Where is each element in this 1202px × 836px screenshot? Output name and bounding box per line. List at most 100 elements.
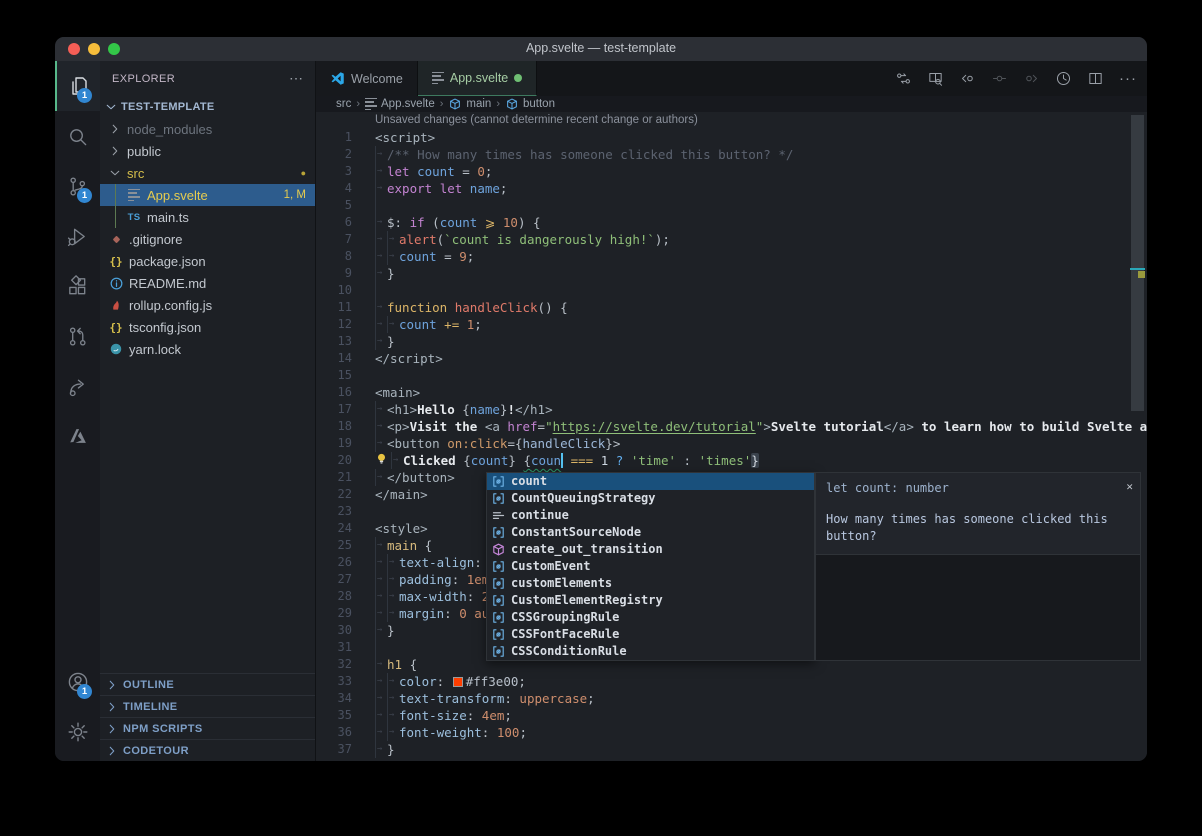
sidebar-section-codetour[interactable]: CODETOUR: [100, 739, 315, 761]
tree-item-src[interactable]: src●: [100, 162, 315, 184]
tree-item-tsconfig-json[interactable]: {}tsconfig.json: [100, 316, 315, 338]
tab-app-svelte[interactable]: App.svelte: [418, 61, 537, 96]
activitybar-item-extensions[interactable]: [55, 261, 100, 311]
code-line[interactable]: 11→function handleClick() {: [316, 299, 1147, 316]
minimize-window-button[interactable]: [88, 43, 100, 55]
code-line[interactable]: 8→→count = 9;: [316, 248, 1147, 265]
code-line[interactable]: 35→→font-size: 4em;: [316, 707, 1147, 724]
next-change-icon[interactable]: [1023, 70, 1040, 87]
activitybar-item-live-share[interactable]: [55, 361, 100, 411]
sidebar-title: EXPLORER: [112, 73, 175, 85]
suggestion-create_out_transition[interactable]: create_out_transition: [487, 541, 814, 558]
live-share-icon: [66, 375, 89, 398]
modified-dot[interactable]: [514, 74, 522, 82]
suggestion-customelements[interactable]: customElements: [487, 575, 814, 592]
breadcrumb-item-src[interactable]: src: [336, 98, 351, 110]
code-line[interactable]: 10: [316, 282, 1147, 299]
tree-item-main-ts[interactable]: TSmain.ts: [100, 206, 315, 228]
code-line[interactable]: 19→<button on:click={handleClick}>: [316, 435, 1147, 452]
tree-item-public[interactable]: public: [100, 140, 315, 162]
activitybar-item-settings[interactable]: [55, 707, 100, 757]
code-text: →let count = 0;: [352, 163, 492, 180]
code-line[interactable]: 34→→text-transform: uppercase;: [316, 690, 1147, 707]
editor-scrollbar[interactable]: [1131, 115, 1144, 411]
line-number: 4: [316, 180, 352, 197]
tab-label: Welcome: [351, 72, 403, 86]
lightbulb-icon[interactable]: [375, 452, 391, 469]
code-text: →→color: #ff3e00;: [352, 673, 526, 690]
suggestion-continue[interactable]: continue: [487, 507, 814, 524]
code-line[interactable]: 2→/** How many times has someone clicked…: [316, 146, 1147, 163]
code-line[interactable]: 3→let count = 0;: [316, 163, 1147, 180]
tree-item-app-svelte[interactable]: App.svelte1, M: [100, 184, 315, 206]
chevron-down-icon: [104, 100, 118, 114]
suggestion-count[interactable]: count: [487, 473, 814, 490]
code-line[interactable]: 13→}: [316, 333, 1147, 350]
activitybar-item-accounts[interactable]: 1: [55, 657, 100, 707]
suggestion-label: ConstantSourceNode: [511, 524, 641, 541]
activitybar-item-github-pr[interactable]: [55, 311, 100, 361]
sidebar-section-timeline[interactable]: TIMELINE: [100, 695, 315, 717]
tree-root-folder[interactable]: TEST-TEMPLATE: [100, 96, 315, 118]
tree-item-readme-md[interactable]: README.md: [100, 272, 315, 294]
more-actions-icon[interactable]: ···: [1119, 70, 1137, 88]
explorer-more-actions-icon[interactable]: ⋯: [289, 70, 303, 87]
activitybar-item-source-control[interactable]: 1: [55, 161, 100, 211]
activitybar-item-search[interactable]: [55, 111, 100, 161]
github-pr-icon: [66, 325, 89, 348]
open-changes-icon[interactable]: [895, 70, 912, 87]
tree-item-yarn-lock[interactable]: yarn.lock: [100, 338, 315, 360]
code-line[interactable]: 37→}: [316, 741, 1147, 758]
tree-item-package-json[interactable]: {}package.json: [100, 250, 315, 272]
code-line[interactable]: 4→export let name;: [316, 180, 1147, 197]
activitybar-item-azure[interactable]: [55, 411, 100, 461]
chevron-down-icon[interactable]: [108, 166, 122, 180]
code-line[interactable]: 33→→color: #ff3e00;: [316, 673, 1147, 690]
suggestion-countqueuingstrategy[interactable]: CountQueuingStrategy: [487, 490, 814, 507]
tree-item-rollup-config-js[interactable]: rollup.config.js: [100, 294, 315, 316]
breadcrumb-item-button[interactable]: button: [505, 97, 555, 111]
file-label: README.md: [129, 276, 206, 291]
suggestion-constantsourcenode[interactable]: ConstantSourceNode: [487, 524, 814, 541]
suggestion-cssconditionrule[interactable]: CSSConditionRule: [487, 643, 814, 660]
split-editor-icon[interactable]: [1087, 70, 1104, 87]
suggestion-customelementregistry[interactable]: CustomElementRegistry: [487, 592, 814, 609]
suggestion-cssfontfacerule[interactable]: CSSFontFaceRule: [487, 626, 814, 643]
code-line[interactable]: 17→<h1>Hello {name}!</h1>: [316, 401, 1147, 418]
code-line[interactable]: 5: [316, 197, 1147, 214]
close-window-button[interactable]: [68, 43, 80, 55]
activitybar-item-explorer[interactable]: 1: [55, 61, 100, 111]
tree-item--gitignore[interactable]: .gitignore: [100, 228, 315, 250]
tab-welcome[interactable]: Welcome: [316, 61, 418, 96]
chevron-right-icon[interactable]: [108, 122, 122, 136]
code-line[interactable]: 16<main>: [316, 384, 1147, 401]
sidebar-section-npm-scripts[interactable]: NPM SCRIPTS: [100, 717, 315, 739]
chevron-right-icon[interactable]: [108, 144, 122, 158]
suggestion-cssgroupingrule[interactable]: CSSGroupingRule: [487, 609, 814, 626]
breadcrumb-item-app-svelte[interactable]: App.svelte: [365, 98, 435, 110]
close-icon[interactable]: ✕: [1126, 478, 1133, 495]
code-line[interactable]: 1<script>: [316, 129, 1147, 146]
code-line[interactable]: 15: [316, 367, 1147, 384]
code-line[interactable]: 12→→count += 1;: [316, 316, 1147, 333]
code-editor[interactable]: Unsaved changes (cannot determine recent…: [316, 112, 1147, 761]
file-history-icon[interactable]: [1055, 70, 1072, 87]
code-line[interactable]: 7→→alert(`count is dangerously high!`);: [316, 231, 1147, 248]
activitybar-item-run-debug[interactable]: [55, 211, 100, 261]
code-line[interactable]: 6→$: if (count ⩾ 10) {: [316, 214, 1147, 231]
code-line[interactable]: 9→}: [316, 265, 1147, 282]
suggestion-customevent[interactable]: CustomEvent: [487, 558, 814, 575]
blame-icon[interactable]: [991, 70, 1008, 87]
vscode-window: App.svelte — test-template 11 1 EXPLORER…: [55, 37, 1147, 761]
line-number: 27: [316, 571, 352, 588]
code-line[interactable]: 20→Clicked {count} {coun === 1 ? 'time' …: [316, 452, 1147, 469]
tree-item-node-modules[interactable]: node_modules: [100, 118, 315, 140]
maximize-window-button[interactable]: [108, 43, 120, 55]
open-preview-icon[interactable]: [927, 70, 944, 87]
previous-change-icon[interactable]: [959, 70, 976, 87]
code-line[interactable]: 36→→font-weight: 100;: [316, 724, 1147, 741]
code-line[interactable]: 18→<p>Visit the <a href="https://svelte.…: [316, 418, 1147, 435]
code-line[interactable]: 14</script>: [316, 350, 1147, 367]
sidebar-section-outline[interactable]: OUTLINE: [100, 673, 315, 695]
breadcrumb-item-main[interactable]: main: [448, 97, 491, 111]
